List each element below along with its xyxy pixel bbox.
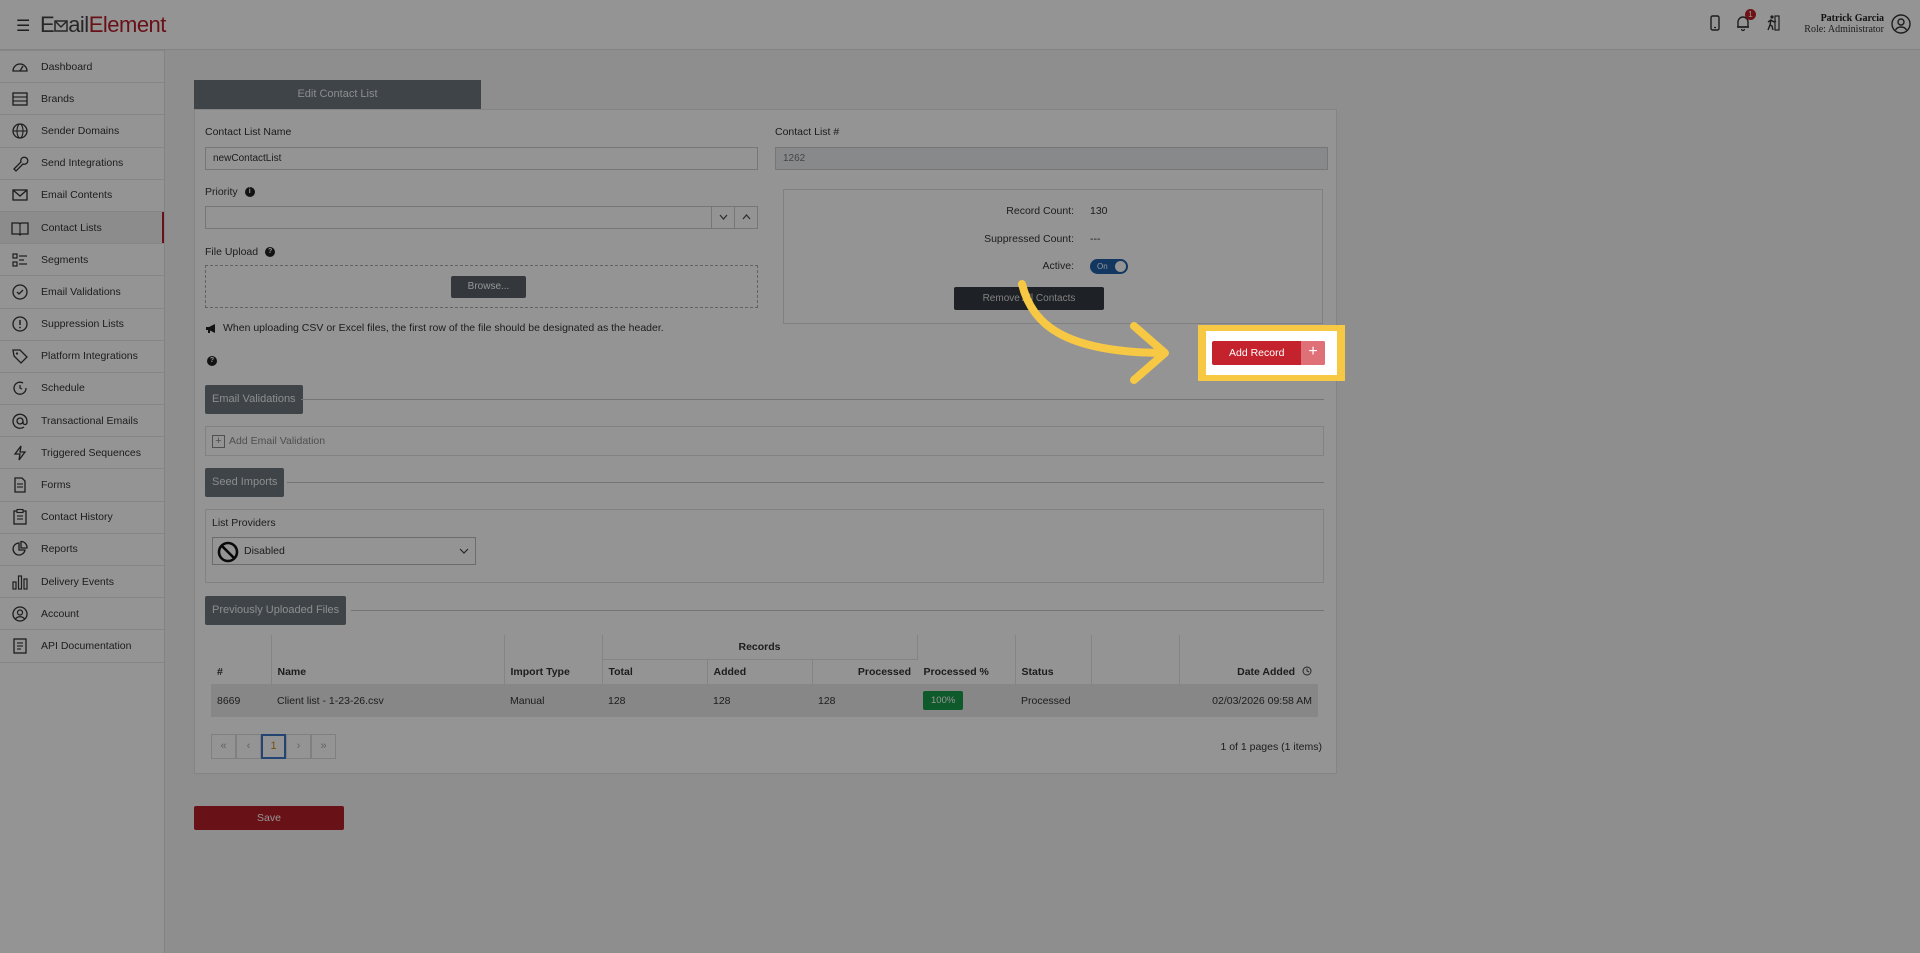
dim-overlay <box>0 0 1920 953</box>
tutorial-highlight-inner: Add Record + <box>1206 331 1337 375</box>
add-record-button[interactable]: Add Record + <box>1212 341 1325 365</box>
add-record-label: Add Record <box>1229 347 1285 359</box>
plus-icon: + <box>1301 341 1325 365</box>
tutorial-arrow-icon <box>1018 280 1169 384</box>
tutorial-highlight: Add Record + <box>1198 325 1345 381</box>
